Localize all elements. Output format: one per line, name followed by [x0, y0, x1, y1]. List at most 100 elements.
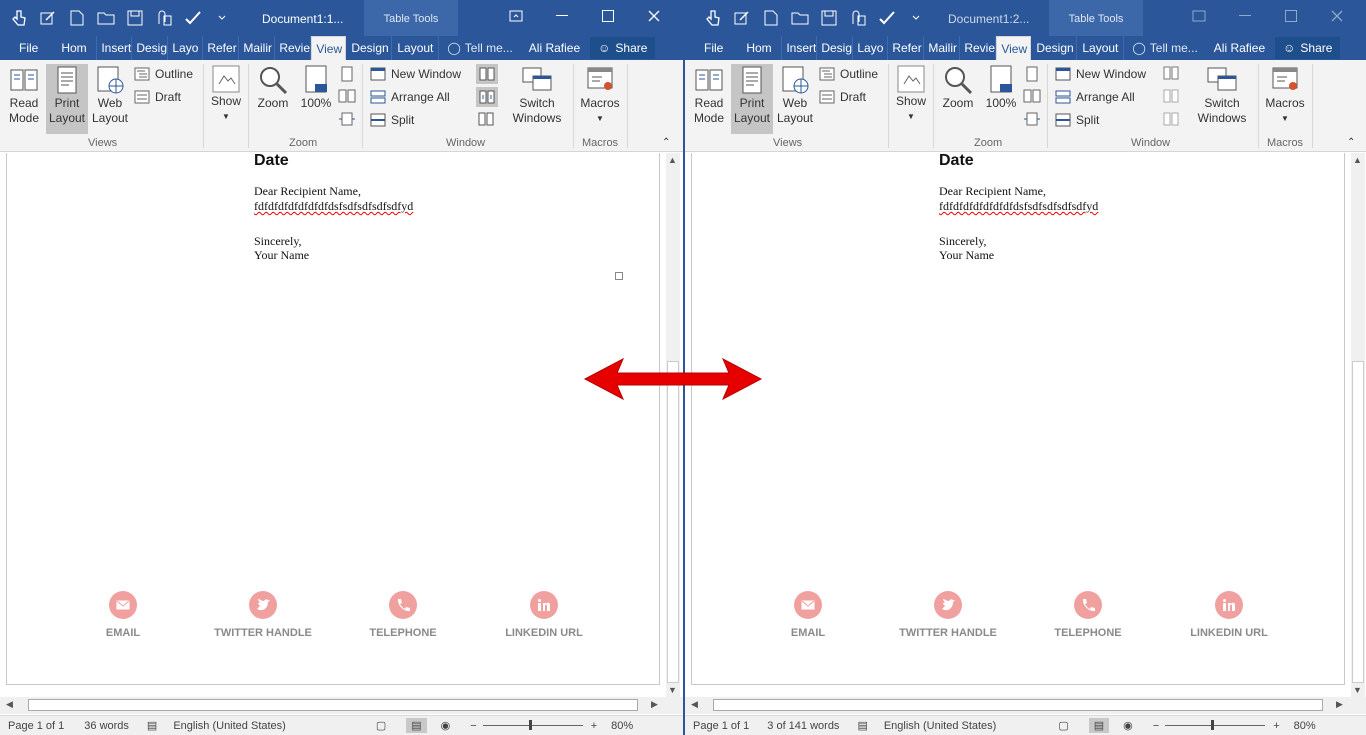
zoom-100-button[interactable]: 100% — [981, 64, 1021, 134]
read-mode-view-icon[interactable]: ▢ — [1058, 719, 1068, 732]
multiple-pages-button[interactable] — [338, 89, 356, 103]
proofing-icon[interactable]: ▤ — [857, 719, 867, 732]
zoom-slider[interactable] — [1165, 720, 1266, 730]
table-resize-handle[interactable] — [615, 272, 623, 280]
web-layout-button[interactable]: Web Layout — [88, 64, 132, 134]
touch-mode-icon[interactable] — [8, 7, 30, 29]
tab-view[interactable]: View — [996, 36, 1032, 60]
scroll-left-icon[interactable]: ◀ — [691, 699, 698, 710]
ribbon-display-options-icon[interactable] — [493, 0, 539, 32]
zoom-level[interactable]: 80% — [611, 720, 633, 732]
scroll-right-icon[interactable]: ▶ — [1336, 699, 1343, 710]
spelling-check-icon[interactable] — [876, 7, 898, 29]
zoom-level[interactable]: 80% — [1294, 720, 1316, 732]
synchronous-scrolling-button[interactable] — [1163, 89, 1179, 103]
language[interactable]: English (United States) — [884, 720, 997, 732]
language[interactable]: English (United States) — [173, 720, 286, 732]
show-button[interactable]: Show ▼ — [893, 64, 929, 134]
print-layout-button[interactable]: Print Layout — [46, 64, 88, 134]
switch-windows-button[interactable]: Switch Windows — [506, 64, 568, 134]
arrange-all-button[interactable]: Arrange All — [1055, 90, 1135, 104]
vertical-scrollbar[interactable]: ▲ ▼ — [666, 153, 680, 697]
tab-insert[interactable]: Insert — [97, 36, 133, 60]
scroll-thumb[interactable] — [667, 361, 679, 683]
ribbon-display-options-icon[interactable] — [1176, 0, 1222, 32]
macros-button[interactable]: Macros ▼ — [577, 64, 623, 134]
tab-layout[interactable]: Layo — [168, 36, 204, 60]
touch-mode-icon[interactable] — [702, 7, 724, 29]
print-layout-button[interactable]: Print Layout — [731, 64, 773, 134]
customize-toolbar-icon[interactable] — [211, 7, 233, 29]
zoom-slider-thumb[interactable] — [1211, 720, 1215, 730]
spelling-check-icon[interactable] — [182, 7, 204, 29]
zoom-button[interactable]: Zoom — [253, 64, 293, 134]
user-name[interactable]: Ali Rafiee — [521, 41, 588, 55]
share-button[interactable]: ☺ Share — [1275, 37, 1341, 59]
reset-window-position-button[interactable] — [478, 112, 494, 126]
scroll-thumb[interactable] — [713, 699, 1323, 711]
vertical-scrollbar[interactable]: ▲ ▼ — [1351, 153, 1365, 697]
split-button[interactable]: Split — [1055, 113, 1099, 127]
proofing-icon[interactable]: ▤ — [147, 719, 157, 732]
web-layout-view-icon[interactable]: ◉ — [441, 719, 451, 732]
tab-references[interactable]: Refer — [203, 36, 240, 60]
tab-design[interactable]: Desig — [132, 36, 169, 60]
zoom-out-icon[interactable]: − — [470, 720, 476, 732]
tab-table-layout[interactable]: Layout — [1077, 36, 1125, 60]
user-name[interactable]: Ali Rafiee — [1206, 41, 1273, 55]
web-layout-button[interactable]: Web Layout — [773, 64, 817, 134]
word-count[interactable]: 3 of 141 words — [767, 720, 839, 732]
zoom-out-icon[interactable]: − — [1153, 720, 1159, 732]
tab-home[interactable]: Hom — [742, 36, 783, 60]
edit-icon[interactable] — [37, 7, 59, 29]
web-layout-view-icon[interactable]: ◉ — [1123, 719, 1133, 732]
zoom-slider[interactable] — [482, 720, 583, 730]
open-folder-icon[interactable] — [789, 7, 811, 29]
tab-review[interactable]: Revie — [960, 36, 997, 60]
page-width-button[interactable] — [338, 112, 356, 126]
print-layout-view-icon[interactable]: ▤ — [1088, 718, 1110, 733]
scroll-thumb[interactable] — [1352, 361, 1364, 683]
reset-window-position-button[interactable] — [1163, 112, 1179, 126]
share-button[interactable]: ☺ Share — [590, 37, 656, 59]
synchronous-scrolling-button[interactable] — [476, 87, 498, 107]
scroll-thumb[interactable] — [28, 699, 638, 711]
read-mode-view-icon[interactable]: ▢ — [376, 719, 386, 732]
save-icon[interactable] — [124, 7, 146, 29]
tab-table-layout[interactable]: Layout — [392, 36, 440, 60]
scroll-left-icon[interactable]: ◀ — [6, 699, 13, 710]
word-count[interactable]: 36 words — [84, 720, 129, 732]
close-icon[interactable] — [1314, 0, 1360, 32]
maximize-icon[interactable] — [1268, 0, 1314, 32]
one-page-button[interactable] — [1025, 66, 1039, 82]
maximize-icon[interactable] — [585, 0, 631, 32]
print-layout-view-icon[interactable]: ▤ — [406, 718, 427, 733]
page-count[interactable]: Page 1 of 1 — [693, 720, 749, 732]
minimize-icon[interactable] — [539, 0, 585, 32]
edit-icon[interactable] — [731, 7, 753, 29]
save-icon[interactable] — [818, 7, 840, 29]
multiple-pages-button[interactable] — [1023, 89, 1041, 103]
draft-button[interactable]: Draft — [134, 90, 181, 104]
new-window-button[interactable]: New Window — [370, 67, 461, 81]
zoom-slider-thumb[interactable] — [528, 720, 532, 730]
new-document-icon[interactable] — [66, 7, 88, 29]
tab-layout[interactable]: Layo — [853, 36, 889, 60]
outline-button[interactable]: Outline — [134, 67, 193, 81]
tab-insert[interactable]: Insert — [782, 36, 818, 60]
tab-view[interactable]: View — [311, 36, 347, 60]
zoom-100-button[interactable]: 100% — [296, 64, 336, 134]
horizontal-scrollbar[interactable]: ◀ ▶ — [685, 697, 1366, 714]
tab-file[interactable]: File — [0, 36, 57, 60]
zoom-in-icon[interactable]: + — [1273, 720, 1279, 732]
tab-design[interactable]: Desig — [817, 36, 854, 60]
scroll-down-icon[interactable]: ▼ — [668, 685, 677, 695]
tab-review[interactable]: Revie — [275, 36, 312, 60]
tab-file[interactable]: File — [685, 36, 742, 60]
page-width-button[interactable] — [1023, 112, 1041, 126]
page-count[interactable]: Page 1 of 1 — [8, 720, 64, 732]
read-mode-button[interactable]: Read Mode — [4, 64, 44, 134]
document-page[interactable]: Date Dear Recipient Name, fdfdfdfdfdfdfd… — [691, 153, 1345, 685]
split-button[interactable]: Split — [370, 113, 414, 127]
scroll-right-icon[interactable]: ▶ — [651, 699, 658, 710]
